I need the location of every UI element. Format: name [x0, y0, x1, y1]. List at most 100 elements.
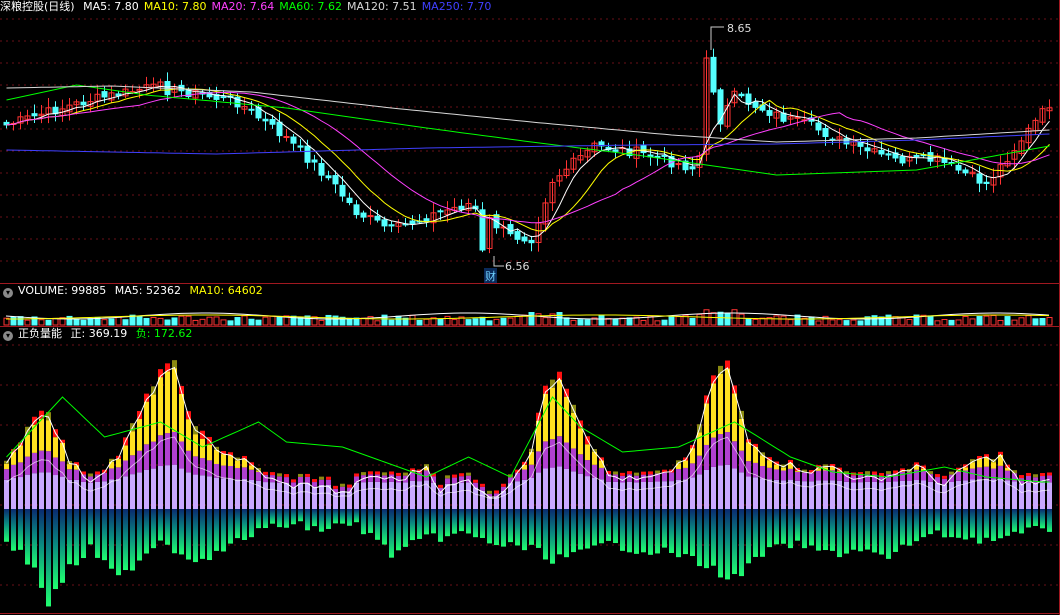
red-cap-segment [1047, 472, 1052, 476]
volume-bar [542, 317, 549, 326]
negative-bar [956, 509, 961, 538]
volume-bar [374, 320, 381, 326]
volume-bar [213, 316, 220, 326]
purple-segment [536, 451, 541, 473]
lavender-segment [662, 481, 667, 509]
volume-bar [185, 315, 192, 326]
volume-bar [731, 309, 738, 326]
purple-segment [564, 442, 569, 469]
pane-separator [0, 613, 1060, 614]
candle-body [353, 204, 360, 216]
lavender-segment [123, 476, 128, 509]
yellow-segment [781, 467, 786, 471]
negative-bar [46, 509, 51, 607]
lavender-segment [641, 481, 646, 509]
red-cap-segment [494, 490, 499, 494]
red-cap-segment [88, 473, 93, 477]
red-cap-segment [347, 484, 352, 488]
energy-histogram[interactable] [0, 327, 1060, 615]
negative-bar [774, 509, 779, 545]
negative-bar [592, 509, 597, 546]
lavender-segment [928, 481, 933, 509]
negative-bar [494, 509, 499, 546]
negative-bar [235, 509, 240, 539]
candle-body [346, 197, 353, 204]
purple-segment [823, 470, 828, 481]
negative-bar [438, 509, 443, 542]
chevron-down-icon[interactable]: ▾ [3, 331, 13, 341]
negative-bar [466, 509, 471, 534]
lavender-segment [893, 481, 898, 509]
negative-bar [1005, 509, 1010, 536]
price-pane[interactable]: 深粮控股(日线) MA5: 7.80 MA10: 7.80 MA20: 7.64 MA… [0, 0, 1060, 283]
purple-segment [151, 441, 156, 469]
red-cap-segment [1040, 473, 1045, 477]
negative-bar [858, 509, 863, 552]
lavender-segment [39, 472, 44, 509]
negative-bar [277, 509, 282, 528]
negative-bar [109, 509, 114, 569]
volume-bar [234, 317, 241, 326]
purple-segment [543, 441, 548, 469]
purple-segment [683, 467, 688, 480]
negative-bar [704, 509, 709, 569]
volume-bar [983, 315, 990, 326]
negative-bar [501, 509, 506, 547]
negative-bar [319, 509, 324, 532]
purple-segment [221, 465, 226, 479]
volume-bar [423, 318, 430, 326]
lavender-segment [305, 482, 310, 509]
volume-bar [1046, 317, 1053, 326]
purple-segment [242, 467, 247, 480]
negative-bar [1019, 509, 1024, 534]
lavender-segment [4, 479, 9, 509]
purple-segment [585, 460, 590, 477]
indicator-pane[interactable]: ▾ 正负量能 正: 369.19 负: 172.62 [0, 327, 1060, 615]
volume-bar [563, 317, 570, 326]
red-cap-segment [340, 483, 345, 487]
purple-segment [158, 435, 163, 467]
lavender-segment [116, 479, 121, 509]
lavender-segment [760, 478, 765, 509]
chevron-down-icon[interactable]: ▾ [3, 288, 13, 298]
lavender-segment [788, 479, 793, 509]
volume-bar [941, 319, 948, 326]
purple-segment [515, 472, 520, 482]
candle-body [661, 154, 668, 157]
yellow-segment [67, 464, 72, 470]
red-cap-segment [361, 472, 366, 476]
purple-segment [809, 473, 814, 482]
red-cap-segment [354, 473, 359, 477]
lavender-segment [823, 480, 828, 509]
purple-segment [977, 467, 982, 480]
red-cap-segment [648, 471, 653, 475]
volume-bar [1004, 316, 1011, 326]
candle-body [381, 219, 388, 227]
lavender-segment [809, 481, 814, 509]
red-cap-segment [445, 475, 450, 479]
purple-segment [788, 468, 793, 480]
yellow-segment [585, 444, 590, 461]
candle-body [283, 136, 290, 139]
red-cap-segment [403, 472, 408, 476]
volume-pane[interactable]: ▾ VOLUME: 99885 MA5: 52362 MA10: 64602 [0, 284, 1060, 326]
negative-bar [284, 509, 289, 528]
lavender-segment [333, 492, 338, 509]
red-cap-segment [473, 479, 478, 483]
negative-bar [627, 509, 632, 553]
candlestick-chart[interactable] [0, 0, 1060, 283]
volume-ma5: MA5: 52362 [114, 284, 181, 297]
negative-bar [228, 509, 233, 544]
volume-bar [437, 318, 444, 326]
negative-bar [88, 509, 93, 545]
purple-segment [760, 466, 765, 479]
candle-body [843, 137, 850, 145]
negative-bar [788, 509, 793, 549]
financial-report-marker[interactable]: 财 [484, 268, 497, 283]
volume-bar [416, 319, 423, 326]
red-cap-segment [466, 472, 471, 476]
lavender-segment [592, 478, 597, 509]
lavender-segment [704, 469, 709, 509]
indicator-positive: 正: 369.19 [70, 327, 128, 340]
red-cap-segment [501, 483, 506, 487]
